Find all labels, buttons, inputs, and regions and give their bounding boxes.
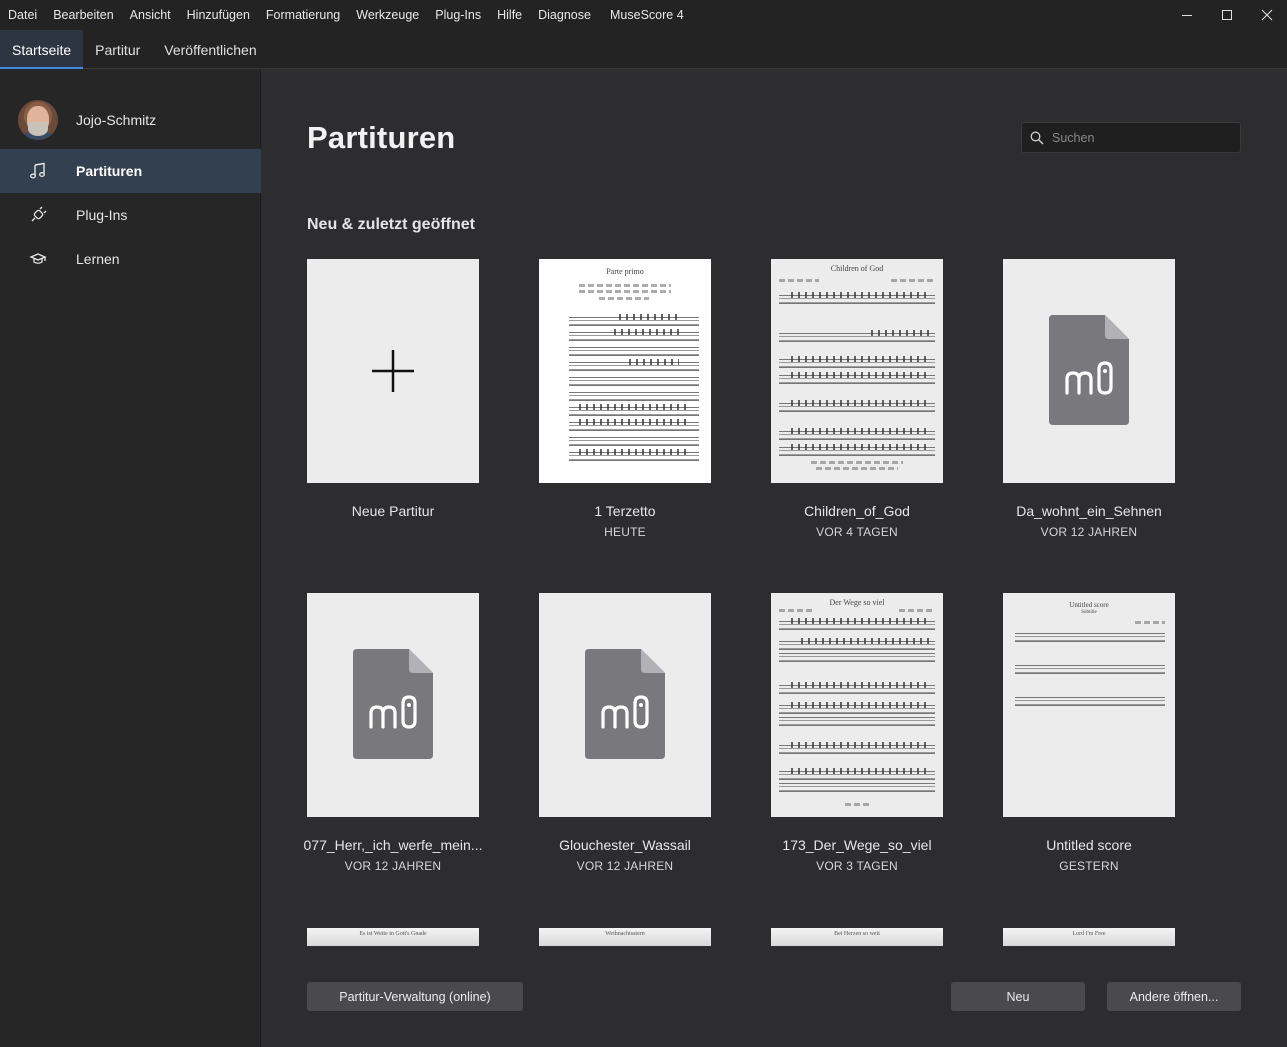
menu-bar: Datei Bearbeiten Ansicht Hinzufügen Form…	[0, 0, 599, 30]
search-box[interactable]	[1021, 122, 1241, 153]
sidebar-item-lernen[interactable]: Lernen	[0, 237, 261, 281]
musescore-file-icon	[1049, 315, 1129, 425]
menu-bearbeiten[interactable]: Bearbeiten	[45, 0, 121, 30]
score-date: GESTERN	[1059, 859, 1119, 873]
score-card-partial[interactable]: Es ist Weite in Gott's Gnade	[307, 928, 479, 946]
online-score-manager-button[interactable]: Partitur-Verwaltung (online)	[307, 982, 523, 1011]
tab-bar: Startseite Partitur Veröffentlichen	[0, 30, 1287, 69]
menu-formatierung[interactable]: Formatierung	[258, 0, 348, 30]
menu-hilfe[interactable]: Hilfe	[489, 0, 530, 30]
sidebar-item-label: Partituren	[76, 163, 143, 179]
score-name: Da_wohnt_ein_Sehnen	[1016, 503, 1162, 519]
graduation-cap-icon	[28, 249, 48, 269]
minimize-button[interactable]	[1167, 0, 1207, 30]
minimize-icon	[1182, 15, 1192, 16]
page-title: Partituren	[307, 120, 456, 155]
musescore-file-icon	[353, 649, 433, 759]
menu-plugins[interactable]: Plug-Ins	[427, 0, 489, 30]
thumbnail-title: Lord I'm Free	[1072, 931, 1106, 937]
main-content: Partituren Neu & zuletzt geöffnet Neue P…	[262, 69, 1287, 1047]
score-name: Untitled score	[1046, 837, 1132, 853]
account-profile[interactable]: Jojo-Schmitz	[0, 97, 261, 143]
avatar	[18, 100, 58, 140]
score-name: Neue Partitur	[351, 503, 435, 519]
score-date: VOR 12 JAHREN	[576, 859, 674, 873]
score-thumbnail[interactable]: Parte primo	[539, 259, 711, 483]
music-note-icon	[28, 161, 48, 181]
score-name: 173_Der_Wege_so_viel	[782, 837, 932, 853]
close-button[interactable]	[1247, 0, 1287, 30]
score-card[interactable]: Parte primo 1 Terzetto HEUTE	[539, 259, 711, 539]
sidebar: Jojo-Schmitz Partituren Plug-Ins Lernen	[0, 69, 261, 1047]
user-name: Jojo-Schmitz	[76, 112, 157, 128]
tab-startseite[interactable]: Startseite	[0, 30, 84, 69]
score-card[interactable]: Der Wege so viel 173_Der_Wege_so_viel VO…	[771, 593, 943, 873]
score-card[interactable]: Children of God Children_of_God VOR 4 TA…	[771, 259, 943, 539]
score-name: 1 Terzetto	[594, 503, 656, 519]
score-date: VOR 12 JAHREN	[344, 859, 442, 873]
plus-icon	[372, 350, 414, 392]
score-date: VOR 3 TAGEN	[816, 859, 898, 873]
menu-ansicht[interactable]: Ansicht	[122, 0, 179, 30]
score-thumbnail[interactable]: Children of God	[771, 259, 943, 483]
tab-veroeffentlichen[interactable]: Veröffentlichen	[152, 30, 268, 68]
maximize-button[interactable]	[1207, 0, 1247, 30]
score-date: VOR 12 JAHREN	[1040, 525, 1138, 539]
musescore-file-icon	[585, 649, 665, 759]
app-title: MuseScore 4	[610, 8, 684, 22]
search-icon	[1030, 131, 1044, 144]
score-date: HEUTE	[604, 525, 646, 539]
thumbnail-title: Parte primo	[606, 267, 644, 276]
score-card-new[interactable]: Neue Partitur	[307, 259, 479, 519]
score-card[interactable]: Untitled score Subtitle Untitled score G…	[1003, 593, 1175, 873]
window-controls	[1167, 0, 1287, 30]
thumbnail-title: Es ist Weite in Gott's Gnade	[359, 931, 427, 937]
maximize-icon	[1222, 10, 1232, 20]
score-date: VOR 4 TAGEN	[816, 525, 898, 539]
sidebar-item-label: Plug-Ins	[76, 207, 128, 223]
menu-hinzufuegen[interactable]: Hinzufügen	[179, 0, 258, 30]
score-name: Children_of_God	[804, 503, 910, 519]
thumbnail-subtitle: Subtitle	[1081, 610, 1097, 615]
score-card[interactable]: 077_Herr,_ich_werfe_mein... VOR 12 JAHRE…	[304, 593, 483, 873]
new-score-button[interactable]: Neu	[951, 982, 1085, 1011]
search-input[interactable]	[1052, 130, 1222, 145]
score-name: 077_Herr,_ich_werfe_mein...	[303, 837, 483, 853]
close-icon	[1261, 9, 1273, 21]
score-card-partial[interactable]: Bei Herzen so weit	[771, 928, 943, 946]
sidebar-item-plugins[interactable]: Plug-Ins	[0, 193, 261, 237]
score-card[interactable]: Da_wohnt_ein_Sehnen VOR 12 JAHREN	[1003, 259, 1175, 539]
thumbnail-title: Children of God	[830, 264, 884, 273]
score-thumbnail[interactable]: Untitled score Subtitle	[1003, 593, 1175, 817]
thumbnail-title: Untitled score	[1069, 601, 1109, 609]
score-name: Glouchester_Wassail	[559, 837, 691, 853]
open-other-button[interactable]: Andere öffnen...	[1107, 982, 1241, 1011]
score-card-partial[interactable]: Weihnachtsstern	[539, 928, 711, 946]
score-thumbnail[interactable]	[307, 593, 479, 817]
thumbnail-title: Bei Herzen so weit	[834, 931, 880, 937]
sidebar-item-label: Lernen	[76, 251, 120, 267]
new-score-thumbnail[interactable]	[307, 259, 479, 483]
thumbnail-title: Der Wege so viel	[829, 598, 885, 607]
sidebar-item-partituren[interactable]: Partituren	[0, 149, 261, 193]
menu-datei[interactable]: Datei	[0, 0, 45, 30]
section-title: Neu & zuletzt geöffnet	[307, 216, 475, 233]
menu-werkzeuge[interactable]: Werkzeuge	[348, 0, 427, 30]
score-card[interactable]: Glouchester_Wassail VOR 12 JAHREN	[539, 593, 711, 873]
score-card-partial[interactable]: Lord I'm Free	[1003, 928, 1175, 946]
title-bar: Datei Bearbeiten Ansicht Hinzufügen Form…	[0, 0, 1287, 30]
plug-icon	[28, 205, 48, 225]
tab-partitur[interactable]: Partitur	[83, 30, 152, 68]
score-thumbnail[interactable]	[539, 593, 711, 817]
score-thumbnail[interactable]: Der Wege so viel	[771, 593, 943, 817]
menu-diagnose[interactable]: Diagnose	[530, 0, 599, 30]
thumbnail-title: Weihnachtsstern	[605, 931, 645, 937]
score-thumbnail[interactable]	[1003, 259, 1175, 483]
